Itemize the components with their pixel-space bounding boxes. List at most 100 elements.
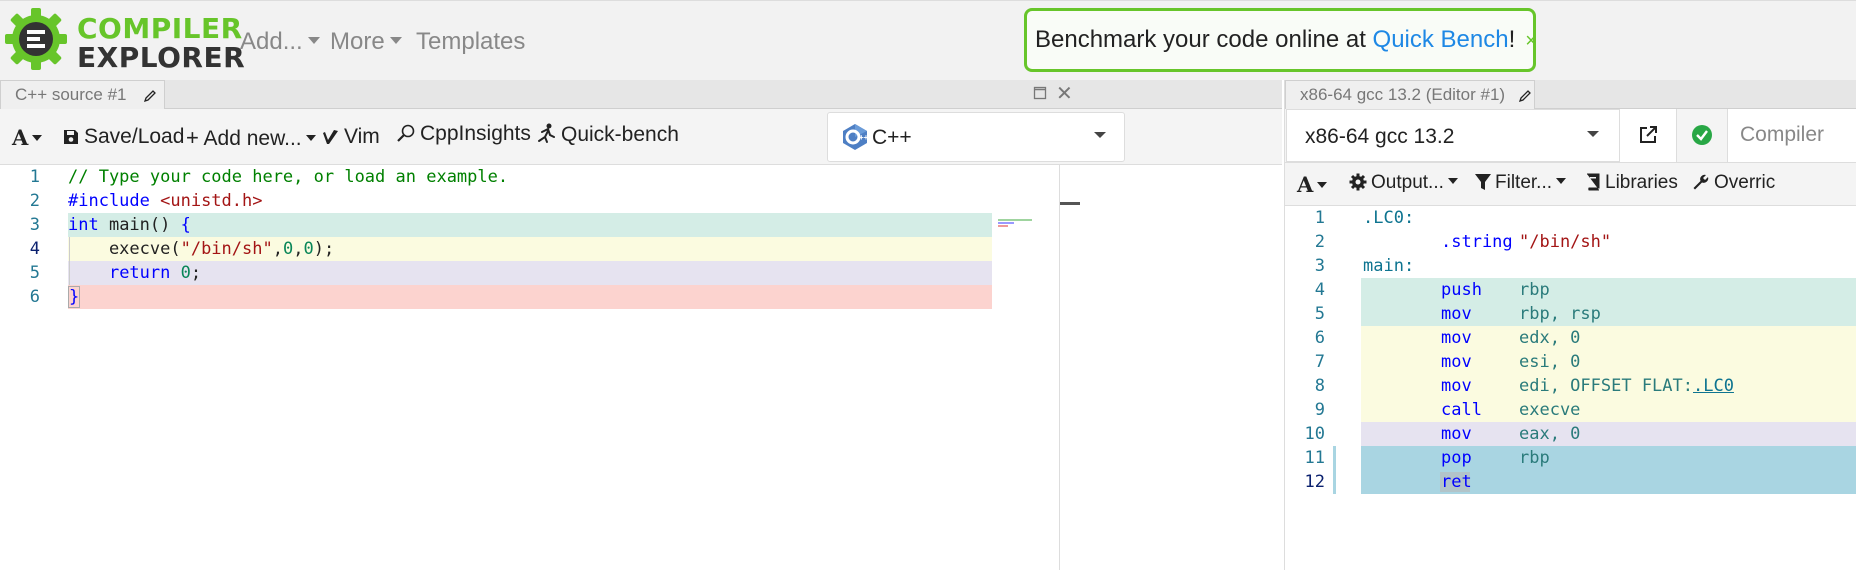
asm-label: .LC0: <box>1363 208 1415 228</box>
compiler-tabstrip: x86-64 gcc 13.2 (Editor #1) ✕ <box>1285 80 1856 133</box>
compiler-tab-title: x86-64 gcc 13.2 (Editor #1) <box>1300 85 1506 104</box>
line-number: 5 <box>29 263 40 283</box>
asm-operands: eax, 0 <box>1519 424 1581 444</box>
asm-label: main: <box>1363 256 1415 276</box>
language-label: C++ <box>872 126 912 149</box>
popout-button[interactable] <box>1619 109 1676 162</box>
magnifier-icon <box>397 124 415 142</box>
save-load-button[interactable]: Save/Load <box>62 125 184 149</box>
asm-line-number: 10 <box>1304 424 1325 444</box>
overrides-button[interactable]: Overric <box>1692 172 1775 194</box>
code-line-5: return 0; <box>108 263 202 283</box>
vimeo-v-icon <box>323 130 338 144</box>
promo-close-button[interactable]: × <box>1525 30 1537 52</box>
save-load-label: Save/Load <box>84 125 185 148</box>
asm-line-number: 7 <box>1314 352 1325 372</box>
language-select[interactable]: ++ C++ <box>827 112 1125 162</box>
caret-down-icon <box>307 37 320 45</box>
asm-line-number: 2 <box>1314 232 1325 252</box>
nav-more-menu[interactable]: More <box>330 28 402 56</box>
asm-instruction: push <box>1441 280 1482 300</box>
libraries-label: Libraries <box>1605 172 1678 193</box>
cppinsights-button[interactable]: CppInsights <box>396 122 531 146</box>
editor-tabstrip: C++ source #1 ✕ ✕ <box>0 80 1282 133</box>
nav-templates[interactable]: Templates <box>416 28 525 56</box>
maximize-icon[interactable] <box>1033 86 1047 100</box>
line-number: 4 <box>29 239 40 259</box>
quick-bench-button[interactable]: Quick-bench <box>535 122 679 147</box>
vim-button[interactable]: Vim <box>322 125 380 149</box>
line-highlight-3 <box>68 213 992 237</box>
editor-toolbar: A Save/Load + Add new... Vim CppInsights… <box>0 109 1282 165</box>
asm-operands: "/bin/sh" <box>1519 232 1612 252</box>
editor-scrollbar-track[interactable] <box>1059 165 1060 570</box>
asm-highlight-return <box>1361 422 1856 446</box>
pencil-icon[interactable] <box>1518 89 1532 103</box>
wrench-icon <box>1693 174 1709 190</box>
asm-label-link[interactable]: .LC0 <box>1693 376 1734 396</box>
editor-scrollbar-marker[interactable] <box>1060 202 1080 205</box>
line-number: 3 <box>29 215 40 235</box>
compiler-toolbar: A Output... Filter... Libraries Overric <box>1285 163 1856 206</box>
running-icon <box>538 123 555 143</box>
output-button[interactable]: Output... <box>1349 172 1458 194</box>
caret-down-icon <box>1317 182 1328 188</box>
compile-status[interactable] <box>1676 109 1727 162</box>
asm-instruction: mov <box>1441 304 1472 324</box>
code-line-1: // Type your code here, or load an examp… <box>68 167 509 187</box>
code-line-2: #include <unistd.h> <box>68 191 263 211</box>
font-size-button[interactable]: A <box>1297 172 1328 197</box>
asm-line-number: 1 <box>1314 208 1325 228</box>
font-size-button[interactable]: A <box>12 125 43 150</box>
minimap-line <box>998 225 1008 227</box>
line-highlight-5 <box>68 261 992 285</box>
filter-icon <box>1475 174 1491 190</box>
quick-bench-link[interactable]: Quick Bench <box>1373 26 1509 53</box>
logo-text-top: COMPILER <box>77 12 243 45</box>
code-line-6: } <box>68 286 81 308</box>
caret-down-icon <box>389 37 402 45</box>
svg-text:++: ++ <box>859 133 868 142</box>
pencil-icon[interactable] <box>143 89 157 103</box>
add-new-button[interactable]: + Add new... <box>186 125 316 151</box>
line-number: 1 <box>29 167 40 187</box>
source-code-area[interactable]: 1 2 3 4 5 6 // Type your code here, or l… <box>0 165 1282 570</box>
asm-instruction: mov <box>1441 424 1472 444</box>
caret-down-icon <box>32 135 43 141</box>
vim-label: Vim <box>344 125 380 148</box>
asm-highlight-brace <box>1361 446 1856 494</box>
line-highlight-6 <box>68 285 992 309</box>
font-size-label: A <box>12 125 29 150</box>
nav-add-label: Add... <box>240 28 303 55</box>
source-editor-pane: C++ source #1 ✕ ✕ A Save/Load + Add new.… <box>0 80 1282 570</box>
gear-icon <box>1349 173 1367 191</box>
asm-instruction: mov <box>1441 328 1472 348</box>
top-navbar: COMPILER EXPLORER Add... More Templates … <box>0 0 1856 80</box>
caret-down-icon <box>1556 178 1567 185</box>
gear-logo-icon <box>5 8 67 70</box>
compiler-name: x86-64 gcc 13.2 <box>1305 125 1455 148</box>
compiler-options-input[interactable]: Compiler <box>1727 109 1856 162</box>
tab-compiler[interactable]: x86-64 gcc 13.2 (Editor #1) ✕ <box>1285 80 1535 133</box>
minimap[interactable] <box>998 219 1036 229</box>
caret-down-icon <box>1587 131 1599 137</box>
asm-operands: rbp <box>1519 448 1550 468</box>
close-pane-icon[interactable]: ✕ <box>1056 81 1073 106</box>
tab-title: C++ source #1 <box>15 85 127 104</box>
indent-guide <box>69 237 70 285</box>
tab-cpp-source[interactable]: C++ source #1 ✕ <box>0 80 165 133</box>
nav-more-label: More <box>330 28 385 55</box>
asm-output-area[interactable]: 1 2 3 4 5 6 7 8 9 10 11 12 .LC0: .string… <box>1285 206 1856 570</box>
libraries-button[interactable]: Libraries <box>1585 172 1678 194</box>
overrides-label: Overric <box>1714 172 1776 193</box>
compiler-explorer-logo[interactable]: COMPILER EXPLORER <box>3 6 245 76</box>
filter-label: Filter... <box>1495 172 1553 193</box>
minimap-line <box>998 222 1014 224</box>
asm-operands-text: edi, OFFSET FLAT: <box>1519 376 1693 396</box>
asm-highlight-main <box>1361 278 1856 326</box>
filter-button[interactable]: Filter... <box>1475 172 1567 194</box>
nav-add-menu[interactable]: Add... <box>240 28 320 56</box>
asm-line-number: 6 <box>1314 328 1325 348</box>
asm-operands: esi, 0 <box>1519 352 1581 372</box>
asm-instruction: pop <box>1441 448 1472 468</box>
